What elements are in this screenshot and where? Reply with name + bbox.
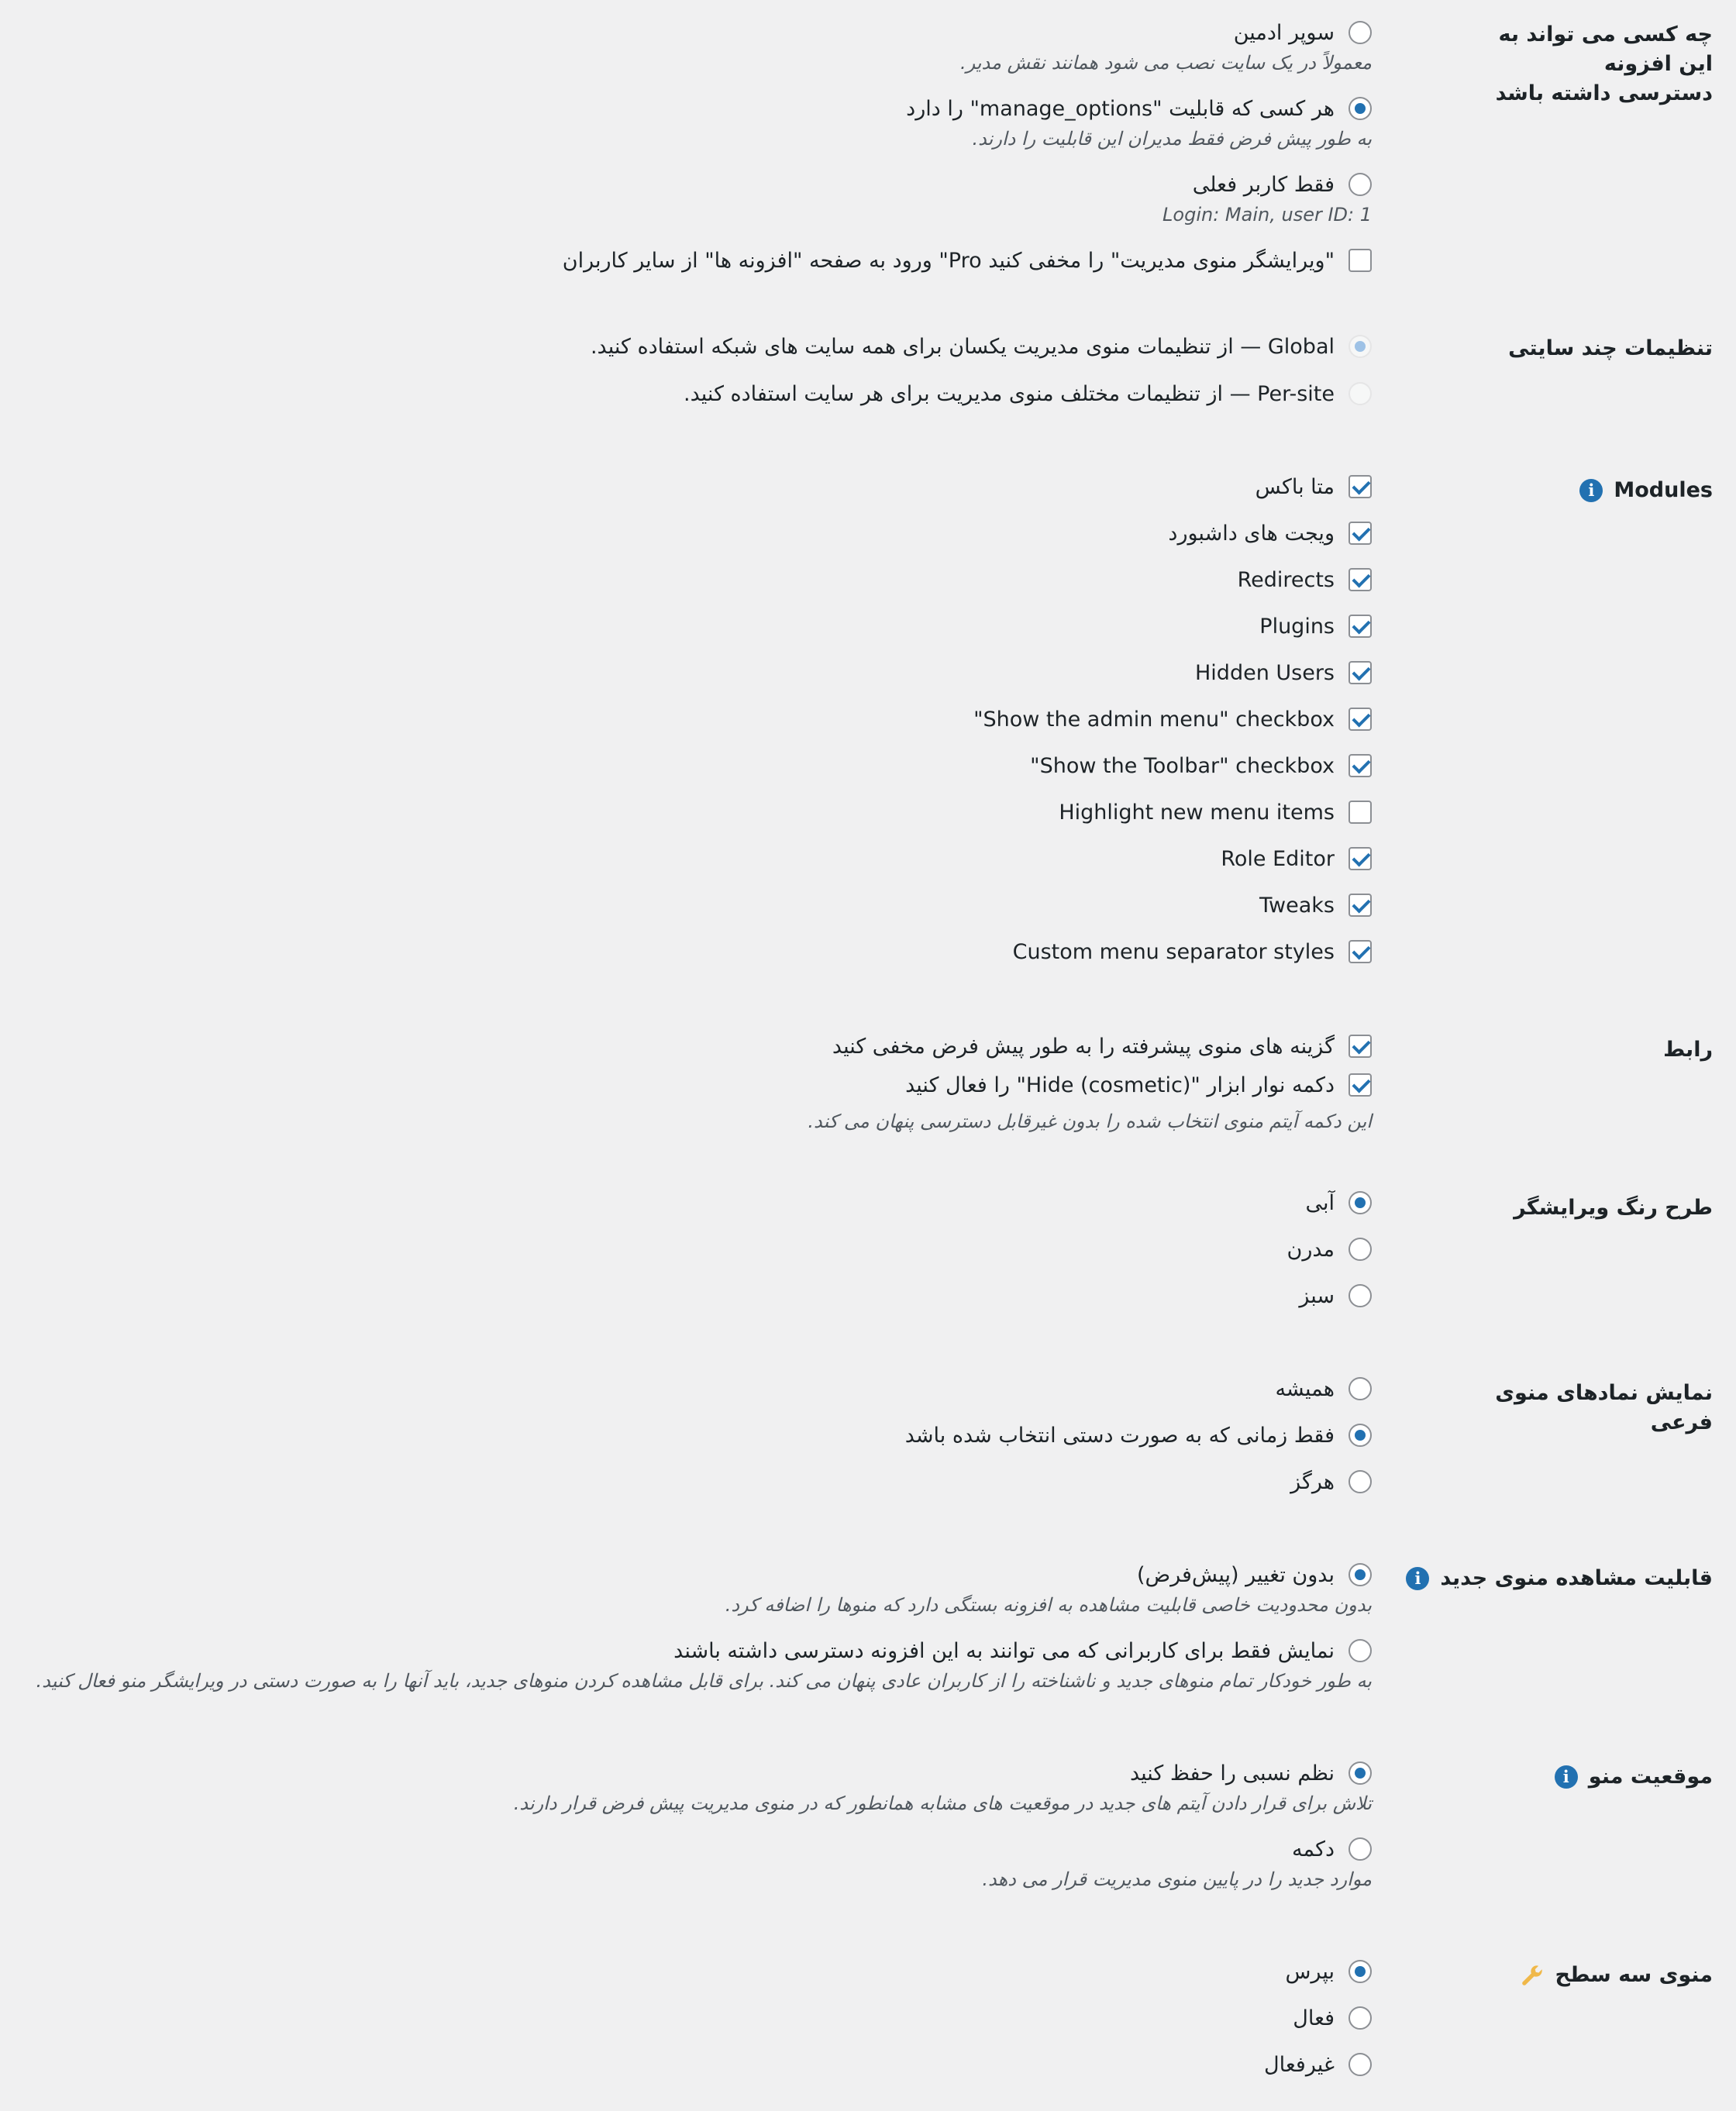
access-desc-super-admin: معمولاً در یک سایت نصب می شود همانند نقش… xyxy=(959,52,1372,74)
module-item[interactable]: Plugins xyxy=(1259,611,1372,642)
module-item[interactable]: Redirects xyxy=(1238,564,1372,595)
module-checkbox[interactable] xyxy=(1348,801,1372,824)
position-desc: تلاش برای قرار دادن آیتم های جدید در موق… xyxy=(513,1792,1372,1814)
module-item[interactable]: ویجت های داشبورد xyxy=(1168,518,1372,549)
info-icon[interactable]: i xyxy=(1554,1765,1578,1789)
color-scheme-heading: طرح رنگ ویرایشگر xyxy=(1514,1196,1713,1220)
module-checkbox[interactable] xyxy=(1348,940,1372,963)
submenu-icons-radio[interactable] xyxy=(1348,1377,1372,1400)
module-checkbox[interactable] xyxy=(1348,894,1372,917)
position-radio[interactable] xyxy=(1348,1761,1372,1785)
submenu-icons-option[interactable]: هرگز xyxy=(1290,1466,1372,1497)
menu-position-heading: موقعیت منو i xyxy=(1472,1762,1713,1792)
visibility-desc: به طور خودکار تمام منوهای جدید و ناشناخت… xyxy=(36,1670,1373,1692)
color-radio[interactable] xyxy=(1348,1238,1372,1261)
radio-per-site[interactable] xyxy=(1348,382,1372,405)
three-level-heading: منوی سه سطح xyxy=(1472,1961,1713,1990)
position-desc: موارد جدید را در پایین منوی مدیریت قرار … xyxy=(982,1868,1372,1890)
module-item[interactable]: Custom menu separator styles xyxy=(1013,936,1372,967)
access-heading: چه کسی می تواند به این افزونه دسترسی داش… xyxy=(1495,22,1713,105)
info-icon[interactable]: i xyxy=(1406,1567,1430,1590)
module-item[interactable]: Show the Toolbar" checkbox" xyxy=(1030,750,1372,781)
visibility-radio[interactable] xyxy=(1348,1639,1372,1662)
color-option[interactable]: مدرن xyxy=(1286,1234,1372,1265)
color-radio[interactable] xyxy=(1348,1191,1372,1214)
color-option[interactable]: سبز xyxy=(1299,1280,1372,1311)
submenu-icons-radio[interactable] xyxy=(1348,1470,1372,1493)
position-option[interactable]: نظم نسبی را حفظ کنید xyxy=(1130,1758,1372,1789)
module-checkbox[interactable] xyxy=(1348,708,1372,731)
three-level-option[interactable]: غیرفعال xyxy=(1264,2049,1372,2080)
multisite-option-per-site[interactable]: Per-site — از تنظیمات مختلف منوی مدیریت … xyxy=(684,378,1372,409)
module-item[interactable]: Role Editor xyxy=(1221,843,1372,874)
color-radio[interactable] xyxy=(1348,1284,1372,1307)
three-level-radio[interactable] xyxy=(1348,1960,1372,1983)
interface-checkbox[interactable] xyxy=(1348,1073,1372,1097)
new-menu-visibility-heading: قابلیت مشاهده منوی جدید i xyxy=(1403,1564,1713,1593)
interface-option[interactable]: دکمه نوار ابزار "Hide (cosmetic)" را فعا… xyxy=(905,1069,1372,1100)
module-checkbox[interactable] xyxy=(1348,754,1372,777)
module-item[interactable]: متا باکس xyxy=(1256,471,1372,502)
submenu-icons-heading: نمایش نمادهای منوی فرعی xyxy=(1495,1381,1713,1434)
access-option-current-user[interactable]: فقط کاربر فعلی xyxy=(1193,169,1372,200)
position-option[interactable]: دکمه xyxy=(1292,1834,1372,1865)
interface-option[interactable]: گزینه های منوی پیشرفته را به طور پیش فرض… xyxy=(832,1031,1372,1062)
module-item[interactable]: Show the admin menu" checkbox" xyxy=(973,704,1372,735)
visibility-option[interactable]: بدون تغییر (پیش‌فرض) xyxy=(1137,1559,1372,1590)
wrench-icon[interactable] xyxy=(1520,1963,1545,1988)
three-level-radio[interactable] xyxy=(1348,2006,1372,2030)
three-level-option[interactable]: فعال xyxy=(1293,2003,1372,2034)
interface-checkbox[interactable] xyxy=(1348,1035,1372,1058)
module-item[interactable]: Highlight new menu items xyxy=(1059,797,1372,828)
multisite-heading: تنظیمات چند سایتی xyxy=(1508,336,1713,360)
submenu-icons-option[interactable]: همیشه xyxy=(1275,1373,1372,1404)
access-option-super-admin[interactable]: سوپر ادمین xyxy=(1234,17,1372,48)
visibility-option[interactable]: نمایش فقط برای کاربرانی که می توانند به … xyxy=(673,1635,1372,1666)
three-level-option[interactable]: بپرس xyxy=(1285,1956,1372,1987)
submenu-icons-radio[interactable] xyxy=(1348,1424,1372,1447)
position-radio[interactable] xyxy=(1348,1837,1372,1861)
radio-manage-options[interactable] xyxy=(1348,97,1372,120)
radio-super-admin[interactable] xyxy=(1348,21,1372,44)
module-item[interactable]: Tweaks xyxy=(1259,890,1372,921)
settings-page: چه کسی می تواند به این افزونه دسترسی داش… xyxy=(0,0,1736,2111)
visibility-radio[interactable] xyxy=(1348,1563,1372,1586)
submenu-icons-option[interactable]: فقط زمانی که به صورت دستی انتخاب شده باش… xyxy=(905,1420,1372,1451)
module-checkbox[interactable] xyxy=(1348,847,1372,870)
access-desc-manage-options: به طور پیش فرض فقط مدیران این قابلیت را … xyxy=(972,128,1372,150)
interface-desc: این دکمه آیتم منوی انتخاب شده را بدون غی… xyxy=(808,1111,1372,1132)
module-checkbox[interactable] xyxy=(1348,615,1372,638)
radio-global[interactable] xyxy=(1348,335,1372,358)
access-option-manage-options[interactable]: هر کسی که قابلیت "manage_options" را دار… xyxy=(906,93,1372,124)
multisite-option-global[interactable]: Global — از تنظیمات منوی مدیریت یکسان بر… xyxy=(591,331,1372,362)
module-checkbox[interactable] xyxy=(1348,568,1372,591)
hide-pro-checkbox[interactable] xyxy=(1348,249,1372,272)
hide-pro-row[interactable]: "ویرایشگر منوی مدیریت" را مخفی کنید Pro"… xyxy=(563,245,1372,276)
interface-heading: رابط xyxy=(1663,1038,1713,1062)
modules-heading: Modules i xyxy=(1472,476,1713,505)
module-checkbox[interactable] xyxy=(1348,661,1372,684)
radio-current-user[interactable] xyxy=(1348,173,1372,196)
three-level-radio[interactable] xyxy=(1348,2053,1372,2076)
module-checkbox[interactable] xyxy=(1348,522,1372,545)
access-desc-current-user: Login: Main, user ID: 1 xyxy=(1162,204,1372,226)
visibility-desc: بدون محدودیت خاصی قابلیت مشاهده به افزون… xyxy=(725,1594,1372,1616)
module-checkbox[interactable] xyxy=(1348,475,1372,498)
color-option[interactable]: آبی xyxy=(1305,1187,1372,1218)
module-item[interactable]: Hidden Users xyxy=(1195,657,1372,688)
info-icon[interactable]: i xyxy=(1579,479,1603,502)
